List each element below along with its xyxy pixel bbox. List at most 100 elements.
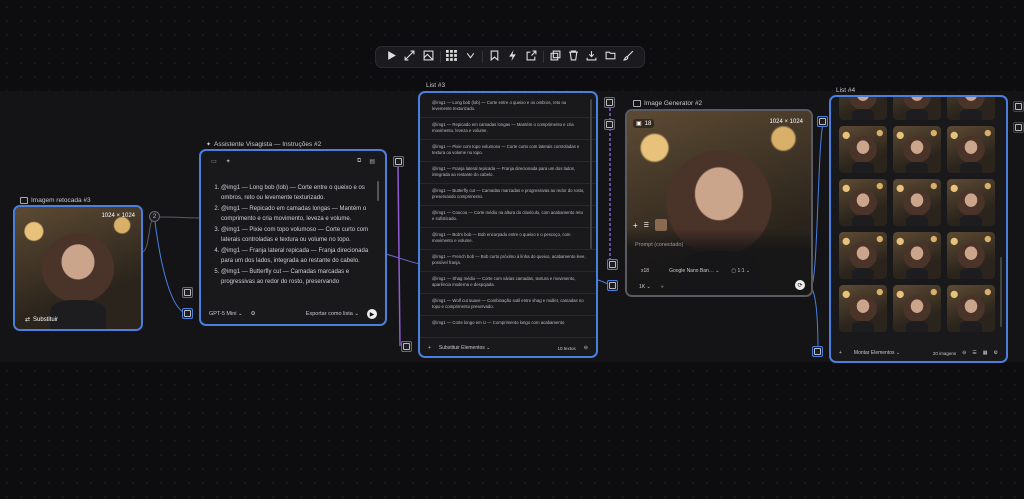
node5-title-text: List #4 — [836, 87, 856, 94]
list-icon[interactable]: ☰ — [644, 222, 649, 229]
list-item[interactable]: @img1 — Shag médio — Corte com várias ca… — [420, 272, 596, 294]
folder-icon[interactable] — [603, 50, 617, 64]
image-port[interactable] — [817, 116, 828, 127]
image-thumbnail[interactable] — [893, 179, 941, 226]
frame-icon[interactable] — [421, 50, 435, 64]
collapse-icon[interactable]: ⊖ — [962, 350, 966, 356]
output-port[interactable]: 2 — [149, 211, 160, 222]
brush-icon[interactable] — [622, 50, 636, 64]
image-port[interactable] — [1013, 101, 1024, 112]
trash-icon[interactable] — [566, 50, 580, 64]
prompt-field[interactable]: Prompt (conectado) — [635, 242, 683, 248]
text-port[interactable] — [182, 287, 193, 298]
node2-title-text: Assistente Visagista — Instruções #2 — [214, 141, 322, 148]
list-item[interactable]: @img1 — Pixie com topo volumoso — Corte … — [420, 140, 596, 162]
image-port[interactable] — [812, 346, 823, 357]
image-port[interactable] — [1013, 122, 1024, 133]
add-icon[interactable]: + — [428, 345, 431, 351]
bookmark-icon[interactable] — [487, 50, 501, 64]
image-thumbnail[interactable] — [839, 97, 887, 120]
expand-icon[interactable] — [403, 50, 417, 64]
list-item[interactable]: @img1 — Butterfly cut — Camadas marcadas… — [420, 184, 596, 206]
image-port[interactable] — [182, 308, 193, 319]
image-generator-node[interactable]: ▣ 18 1024 × 1024 + ☰ Prompt (conectado) x… — [625, 109, 813, 297]
portrait-image — [947, 126, 995, 173]
divider — [542, 51, 544, 63]
resolution-select[interactable]: 1K ⌄ — [639, 284, 651, 290]
list-item[interactable]: @img1 — Bob's bob — Bob encorpado entre … — [420, 228, 596, 250]
image-thumbnail[interactable] — [839, 126, 887, 173]
edit-icon[interactable]: ▭ — [211, 158, 217, 165]
list-item[interactable]: @img1 — Repicado em camadas longas — Man… — [420, 118, 596, 140]
text-port[interactable] — [393, 156, 404, 167]
image-grid[interactable] — [839, 97, 995, 332]
image-thumbnail[interactable] — [893, 232, 941, 279]
list-item[interactable]: @img1 — French bob — Bob curto próximo à… — [420, 250, 596, 272]
generate-button[interactable]: ⟳ — [795, 280, 805, 290]
image-thumbnail[interactable] — [947, 126, 995, 173]
export-icon[interactable] — [524, 50, 538, 64]
image-thumbnail[interactable] — [839, 232, 887, 279]
list-view-icon[interactable]: ☰ — [972, 350, 976, 356]
image-thumbnail[interactable] — [893, 285, 941, 332]
portrait-image — [839, 285, 887, 332]
text-port[interactable] — [604, 97, 615, 108]
run-button[interactable]: ▶ — [367, 309, 377, 319]
text-port[interactable] — [401, 341, 412, 352]
image-node[interactable]: 1024 × 1024 ⇄ Substituir — [13, 205, 143, 331]
portrait-image — [947, 232, 995, 279]
bolt-icon[interactable] — [506, 50, 520, 64]
model-select[interactable]: GPT-5 Mini ⌄ — [209, 311, 243, 317]
download-icon[interactable] — [585, 50, 599, 64]
stack-icon: ▣ — [636, 121, 642, 127]
count-select[interactable]: x18 — [641, 268, 649, 274]
ratio-select[interactable]: ▢ 1:1 ⌄ — [731, 268, 750, 274]
image-thumbnail[interactable] — [947, 179, 995, 226]
list-item[interactable]: @img1 — Franja lateral repicada — Franja… — [420, 162, 596, 184]
list-item[interactable]: @img1 — Corte longo em U — Comprimento l… — [420, 316, 596, 338]
grid-icon[interactable] — [445, 50, 459, 64]
replace-button[interactable]: ⇄ Substituir — [25, 316, 58, 324]
model-select[interactable]: Google Nano Ban… ⌄ — [669, 268, 719, 274]
portrait-image — [893, 285, 941, 332]
replace-elements-select[interactable]: Substituir Elementos ⌄ — [439, 345, 490, 351]
copy-icon[interactable]: ⧉ — [357, 158, 361, 165]
image-thumbnail[interactable] — [893, 97, 941, 120]
image-list-node[interactable]: + Montar Elementos ⌄ 20 imagens ⊖ ☰ ▦ ⚙ — [829, 95, 1008, 363]
node-title: List #3 — [426, 82, 445, 89]
doc-icon[interactable]: ▤ — [369, 158, 375, 165]
list-item[interactable]: @img1 — Long bob (lob) — Corte entre o q… — [420, 96, 596, 118]
scrollbar[interactable] — [1000, 257, 1002, 327]
assemble-elements-select[interactable]: Montar Elementos ⌄ — [854, 350, 900, 356]
list-item[interactable]: @img1 — Coucou — Corte médio na altura d… — [420, 206, 596, 228]
replace-icon: ⇄ — [25, 317, 31, 323]
assistant-node[interactable]: ▭ ✦ ⧉ ▤ @img1 — Long bob (lob) — Corte ent… — [199, 149, 387, 326]
scrollbar[interactable] — [590, 99, 592, 249]
add-icon[interactable]: + — [839, 350, 842, 356]
list-node[interactable]: @img1 — Long bob (lob) — Corte entre o q… — [418, 91, 598, 358]
image-thumbnail[interactable] — [947, 232, 995, 279]
image-thumbnail[interactable] — [839, 285, 887, 332]
play-icon[interactable] — [384, 50, 398, 64]
list-item[interactable]: @img1 — Wolf cut suave — Combinação suti… — [420, 294, 596, 316]
scrollbar[interactable] — [377, 181, 379, 201]
grid-view-icon[interactable]: ▦ — [983, 350, 988, 356]
text-port[interactable] — [607, 259, 618, 270]
port-count: 2 — [152, 213, 157, 220]
image-port[interactable] — [607, 280, 618, 291]
text-list[interactable]: @img1 — Long bob (lob) — Corte entre o q… — [420, 96, 596, 342]
settings-icon[interactable]: ⚙ — [994, 350, 998, 356]
portrait-image — [839, 232, 887, 279]
image-thumbnail[interactable] — [947, 97, 995, 120]
duplicate-icon[interactable] — [548, 50, 562, 64]
image-thumbnail[interactable] — [947, 285, 995, 332]
ratio-label: 1:1 — [737, 268, 745, 274]
image-thumbnail[interactable] — [839, 179, 887, 226]
export-list-select[interactable]: Exportar como lista ⌄ — [306, 311, 359, 317]
chevron-down-icon[interactable] — [463, 50, 477, 64]
text-port[interactable] — [604, 119, 615, 130]
ai-icon[interactable]: ✦ — [226, 158, 231, 165]
settings-icon[interactable]: ⚙ — [251, 311, 256, 317]
collapse-icon[interactable]: ⊖ — [584, 345, 588, 351]
image-thumbnail[interactable] — [893, 126, 941, 173]
